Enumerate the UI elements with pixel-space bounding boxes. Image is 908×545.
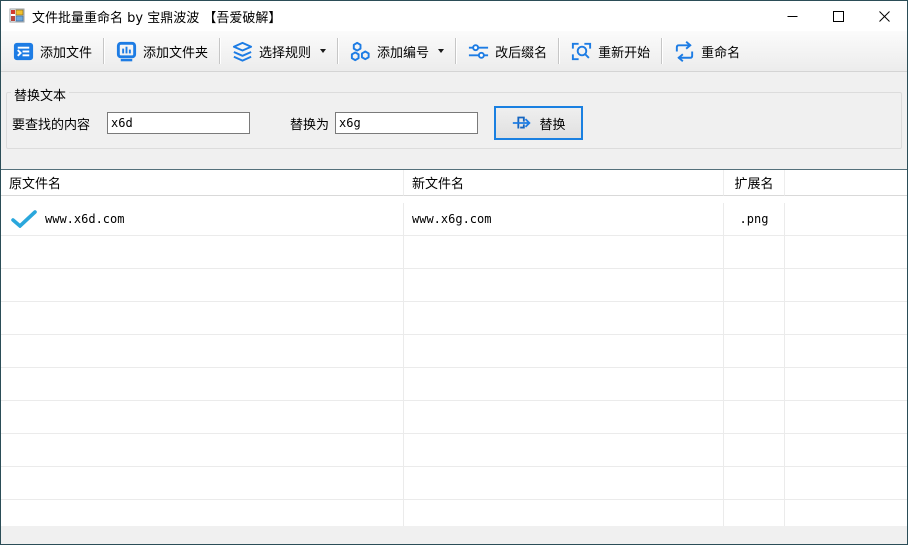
empty-row-cell[interactable] bbox=[404, 434, 724, 467]
restart-scan-icon bbox=[570, 40, 593, 63]
table-row-filler-cell[interactable] bbox=[785, 203, 907, 236]
empty-row-cell[interactable] bbox=[785, 368, 907, 401]
add-files-button[interactable]: 添加文件 bbox=[3, 35, 101, 67]
empty-row-cell[interactable] bbox=[724, 335, 785, 368]
empty-row-cell[interactable] bbox=[1, 302, 404, 335]
empty-row-cell[interactable] bbox=[404, 467, 724, 500]
empty-row-cell[interactable] bbox=[1, 335, 404, 368]
add-folder-label: 添加文件夹 bbox=[143, 42, 208, 61]
toolbar-separator bbox=[558, 38, 559, 64]
chevron-down-icon bbox=[320, 49, 326, 53]
restart-button[interactable]: 重新开始 bbox=[561, 35, 659, 67]
empty-row-cell[interactable] bbox=[404, 500, 724, 526]
add-folder-button[interactable]: 添加文件夹 bbox=[106, 35, 217, 67]
toolbar-separator bbox=[661, 38, 662, 64]
change-extension-button[interactable]: 改后缀名 bbox=[458, 35, 556, 67]
title-bar: 文件批量重命名 by 宝鼎波波 【吾爱破解】 bbox=[1, 1, 907, 31]
empty-row-cell[interactable] bbox=[724, 401, 785, 434]
empty-row-cell[interactable] bbox=[724, 368, 785, 401]
add-files-label: 添加文件 bbox=[40, 42, 92, 61]
add-number-button[interactable]: 添加编号 bbox=[340, 35, 453, 67]
replace-text-group: 替换文本 要查找的内容 替换为 替换 bbox=[6, 92, 902, 149]
replace-input[interactable] bbox=[335, 112, 478, 134]
table-row-new-cell[interactable]: www.x6g.com bbox=[404, 203, 724, 236]
maximize-button[interactable] bbox=[815, 1, 861, 31]
find-label: 要查找的内容 bbox=[12, 114, 107, 133]
empty-row-cell[interactable] bbox=[1, 500, 404, 526]
empty-row-cell[interactable] bbox=[1, 467, 404, 500]
empty-row-cell[interactable] bbox=[1, 401, 404, 434]
group-title: 替换文本 bbox=[11, 85, 69, 104]
column-header-original[interactable]: 原文件名 bbox=[1, 170, 404, 196]
column-header-filler bbox=[785, 170, 907, 196]
toolbar-separator bbox=[455, 38, 456, 64]
replace-button-label: 替换 bbox=[539, 114, 565, 133]
empty-row-cell[interactable] bbox=[724, 302, 785, 335]
caption-buttons bbox=[769, 1, 907, 31]
file-table: 原文件名 新文件名 扩展名 www.x6d.com www.x6g.com .p… bbox=[1, 169, 907, 526]
add-number-label: 添加编号 bbox=[377, 42, 429, 61]
table-row-original-cell[interactable]: www.x6d.com bbox=[1, 203, 404, 236]
check-icon bbox=[11, 210, 37, 228]
app-window: 文件批量重命名 by 宝鼎波波 【吾爱破解】 bbox=[0, 0, 908, 545]
rules-layers-icon bbox=[231, 40, 254, 63]
new-filename: www.x6g.com bbox=[412, 212, 491, 226]
empty-row-cell[interactable] bbox=[785, 269, 907, 302]
empty-row-cell[interactable] bbox=[1, 368, 404, 401]
empty-row-cell[interactable] bbox=[724, 500, 785, 526]
rename-button[interactable]: 重命名 bbox=[664, 35, 749, 67]
empty-row-cell[interactable] bbox=[785, 434, 907, 467]
rename-label: 重命名 bbox=[701, 42, 740, 61]
empty-row-cell[interactable] bbox=[1, 236, 404, 269]
empty-row-cell[interactable] bbox=[785, 500, 907, 526]
empty-row-cell[interactable] bbox=[404, 269, 724, 302]
change-extension-label: 改后缀名 bbox=[495, 42, 547, 61]
toolbar-separator bbox=[337, 38, 338, 64]
rename-loop-icon bbox=[673, 40, 696, 63]
replace-with-label: 替换为 bbox=[290, 114, 335, 133]
restart-label: 重新开始 bbox=[598, 42, 650, 61]
add-files-icon bbox=[12, 40, 35, 63]
empty-row-cell[interactable] bbox=[724, 434, 785, 467]
replace-row: 要查找的内容 替换为 替换 bbox=[7, 106, 901, 140]
empty-row-cell[interactable] bbox=[404, 401, 724, 434]
empty-row-cell[interactable] bbox=[785, 335, 907, 368]
window-title: 文件批量重命名 by 宝鼎波波 【吾爱破解】 bbox=[32, 7, 281, 26]
chevron-down-icon bbox=[438, 49, 444, 53]
toolbar-separator bbox=[103, 38, 104, 64]
minimize-button[interactable] bbox=[769, 1, 815, 31]
empty-row-cell[interactable] bbox=[785, 236, 907, 269]
toolbar-separator bbox=[219, 38, 220, 64]
add-folder-icon bbox=[115, 40, 138, 63]
empty-row-cell[interactable] bbox=[404, 302, 724, 335]
column-header-new[interactable]: 新文件名 bbox=[404, 170, 724, 196]
empty-row-cell[interactable] bbox=[785, 401, 907, 434]
table-row-extension-cell[interactable]: .png bbox=[724, 203, 785, 236]
select-rule-button[interactable]: 选择规则 bbox=[222, 35, 335, 67]
replace-arrow-icon bbox=[511, 112, 533, 134]
empty-row-cell[interactable] bbox=[1, 269, 404, 302]
empty-row-cell[interactable] bbox=[724, 236, 785, 269]
find-input[interactable] bbox=[107, 112, 250, 134]
empty-row-cell[interactable] bbox=[724, 269, 785, 302]
close-button[interactable] bbox=[861, 1, 907, 31]
empty-row-cell[interactable] bbox=[404, 236, 724, 269]
empty-row-cell[interactable] bbox=[404, 368, 724, 401]
empty-row-cell[interactable] bbox=[785, 302, 907, 335]
replace-button[interactable]: 替换 bbox=[494, 106, 583, 140]
toolbar: 添加文件 添加文件夹 bbox=[1, 31, 907, 72]
empty-row-cell[interactable] bbox=[724, 467, 785, 500]
file-extension: .png bbox=[740, 212, 769, 226]
column-header-extension[interactable]: 扩展名 bbox=[724, 170, 785, 196]
original-filename: www.x6d.com bbox=[45, 212, 124, 226]
select-rule-label: 选择规则 bbox=[259, 42, 311, 61]
empty-row-cell[interactable] bbox=[785, 467, 907, 500]
numbering-icon bbox=[349, 40, 372, 63]
change-ext-sliders-icon bbox=[467, 40, 490, 63]
file-table-grid: 原文件名 新文件名 扩展名 www.x6d.com www.x6g.com .p… bbox=[1, 170, 907, 526]
app-icon bbox=[9, 8, 25, 24]
empty-row-cell[interactable] bbox=[404, 335, 724, 368]
empty-row-cell[interactable] bbox=[1, 434, 404, 467]
